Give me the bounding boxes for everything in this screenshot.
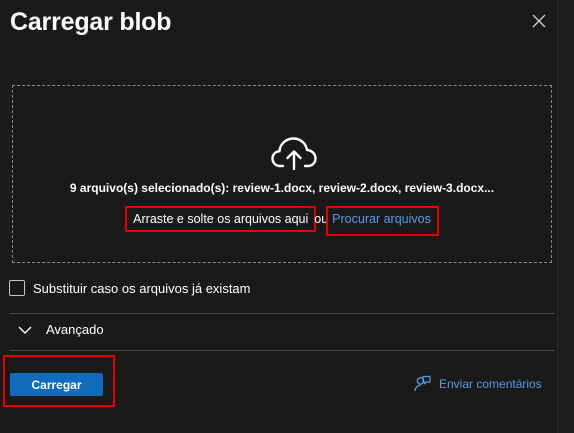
feedback-icon (414, 375, 431, 392)
upload-button[interactable]: Carregar (10, 373, 103, 396)
overwrite-option[interactable]: Substituir caso os arquivos já existam (9, 280, 250, 296)
overwrite-label: Substituir caso os arquivos já existam (33, 280, 251, 296)
dialog-title: Carregar blob (10, 8, 172, 36)
send-feedback-link[interactable]: Enviar comentários (414, 375, 542, 392)
upload-blob-panel: Carregar blob 9 arquivo(s) selecionado(s… (0, 0, 557, 433)
drop-instructions: Arraste e solte os arquivos aqui ou Procur… (13, 206, 551, 236)
browse-files-link[interactable]: Procurar arquivos (326, 206, 439, 236)
cloud-upload-icon (271, 137, 317, 170)
advanced-toggle[interactable]: Avançado (18, 322, 104, 337)
drag-drop-text: Arraste e solte os arquivos aqui (125, 206, 317, 232)
feedback-label: Enviar comentários (439, 376, 542, 391)
close-icon[interactable] (531, 13, 547, 29)
overwrite-checkbox[interactable] (9, 280, 25, 296)
chevron-down-icon (18, 326, 32, 334)
divider (10, 350, 555, 351)
selected-files-text: 9 arquivo(s) selecionado(s): review-1.do… (69, 181, 495, 195)
divider (10, 313, 555, 314)
advanced-label: Avançado (46, 322, 104, 337)
scrollbar[interactable] (557, 0, 574, 433)
file-dropzone[interactable]: 9 arquivo(s) selecionado(s): review-1.do… (12, 85, 552, 263)
